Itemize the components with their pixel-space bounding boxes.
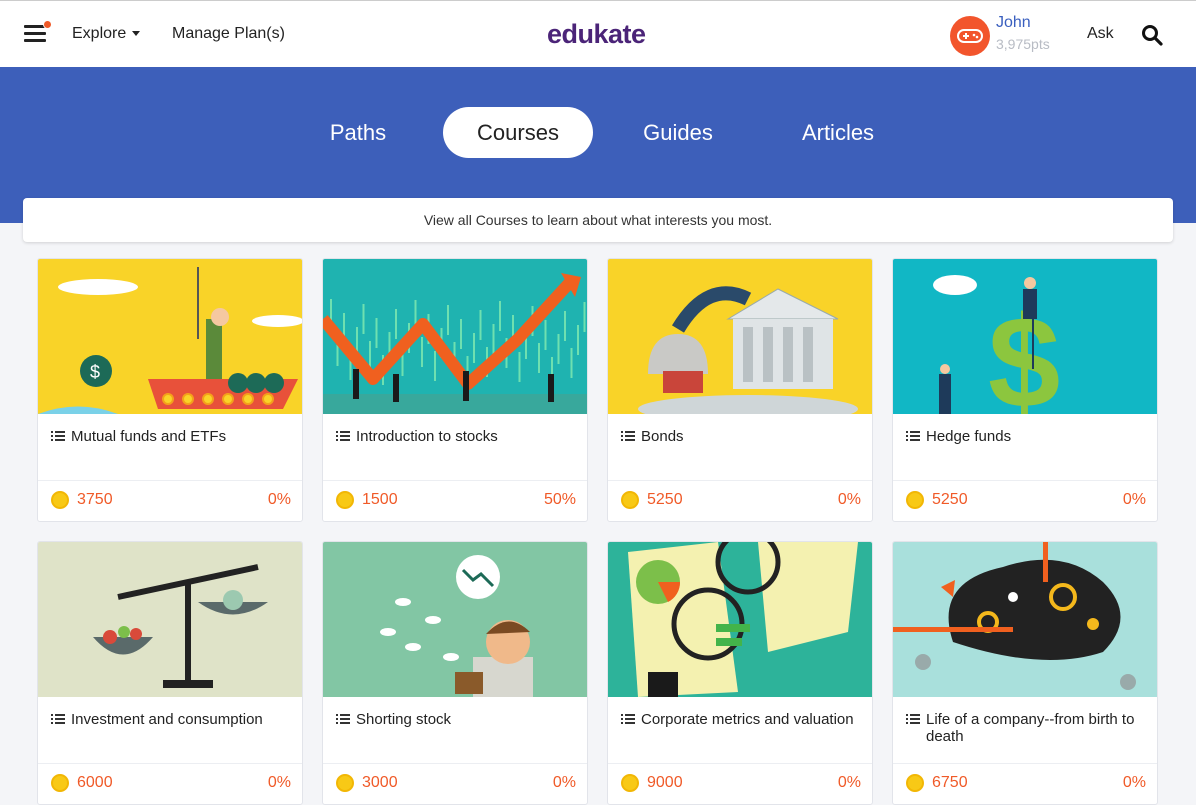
course-progress: 0% [1122,774,1146,791]
course-thumbnail [323,259,587,414]
divider [38,763,302,764]
explore-menu[interactable]: Explore [72,25,141,43]
divider [893,763,1157,764]
user-profile[interactable]: John 3,975pts [950,14,1060,56]
tab-articles[interactable]: Articles [763,107,913,158]
list-icon [621,714,635,724]
course-card[interactable]: Corporate metrics and valuation 9000 0% [607,541,873,805]
coin-icon [906,774,924,792]
top-nav: Explore Manage Plan(s) edukate John 3,97… [0,0,1196,67]
course-title: Introduction to stocks [356,428,498,445]
tab-guides[interactable]: Guides [603,107,753,158]
course-points: 1500 [362,491,398,508]
list-icon [336,431,350,441]
course-title: Hedge funds [926,428,1012,445]
course-points: 5250 [647,491,683,508]
list-icon [51,714,65,724]
coin-icon [336,774,354,792]
coin-icon [51,774,69,792]
coin-icon [336,491,354,509]
list-icon [906,431,920,441]
course-card[interactable]: Investment and consumption 6000 0% [37,541,303,805]
course-points: 6750 [932,774,968,791]
course-thumbnail [893,542,1157,697]
divider [608,480,872,481]
course-card[interactable]: Introduction to stocks 1500 50% [322,258,588,522]
course-card[interactable]: $ Mutual funds and ETFs 3750 0% [37,258,303,522]
coin-icon [621,491,639,509]
course-thumbnail [608,259,872,414]
divider [608,763,872,764]
tab-courses[interactable]: Courses [443,107,593,158]
course-title: Bonds [641,428,684,445]
course-thumbnail: $ [893,259,1157,414]
course-points: 3750 [77,491,113,508]
avatar [950,16,990,56]
course-points: 5250 [932,491,968,508]
coin-icon [906,491,924,509]
courses-notice: View all Courses to learn about what int… [23,198,1173,242]
course-title: Corporate metrics and valuation [641,711,854,728]
user-name: John [996,14,1031,31]
explore-label: Explore [72,25,127,42]
course-card[interactable]: Bonds 5250 0% [607,258,873,522]
gamepad-icon [957,29,983,43]
course-progress: 0% [837,774,861,791]
ask-link[interactable]: Ask [1087,25,1114,43]
divider [38,480,302,481]
course-progress: 0% [267,491,291,508]
course-card[interactable]: Shorting stock 3000 0% [322,541,588,805]
course-points: 6000 [77,774,113,791]
menu-icon[interactable] [24,20,52,43]
chevron-down-icon [132,31,141,37]
course-card[interactable]: Life of a company--from birth to death 6… [892,541,1158,805]
course-card[interactable]: $ Hedge funds 5250 0% [892,258,1158,522]
course-title: Life of a company--from birth to death [926,711,1135,745]
list-icon [621,431,635,441]
course-progress: 0% [837,491,861,508]
search-icon[interactable] [1141,24,1163,46]
course-thumbnail [323,542,587,697]
list-icon [336,714,350,724]
course-thumbnail [608,542,872,697]
divider [893,480,1157,481]
list-icon [51,431,65,441]
notification-dot-icon [43,20,52,29]
coin-icon [621,774,639,792]
course-progress: 0% [552,774,576,791]
list-icon [906,714,920,724]
course-title: Mutual funds and ETFs [71,428,227,445]
svg-text:$: $ [90,362,100,382]
user-points: 3,975pts [996,36,1050,52]
tab-paths[interactable]: Paths [283,107,433,158]
course-points: 9000 [647,774,683,791]
course-points: 3000 [362,774,398,791]
course-progress: 0% [1122,491,1146,508]
course-thumbnail: $ [38,259,302,414]
divider [323,763,587,764]
course-thumbnail [38,542,302,697]
course-progress: 50% [543,491,576,508]
manage-plans-link[interactable]: Manage Plan(s) [172,25,285,43]
coin-icon [51,491,69,509]
course-title: Investment and consumption [71,711,263,728]
divider [323,480,587,481]
logo[interactable]: edukate [547,19,646,50]
course-progress: 0% [267,774,291,791]
course-title: Shorting stock [356,711,452,728]
